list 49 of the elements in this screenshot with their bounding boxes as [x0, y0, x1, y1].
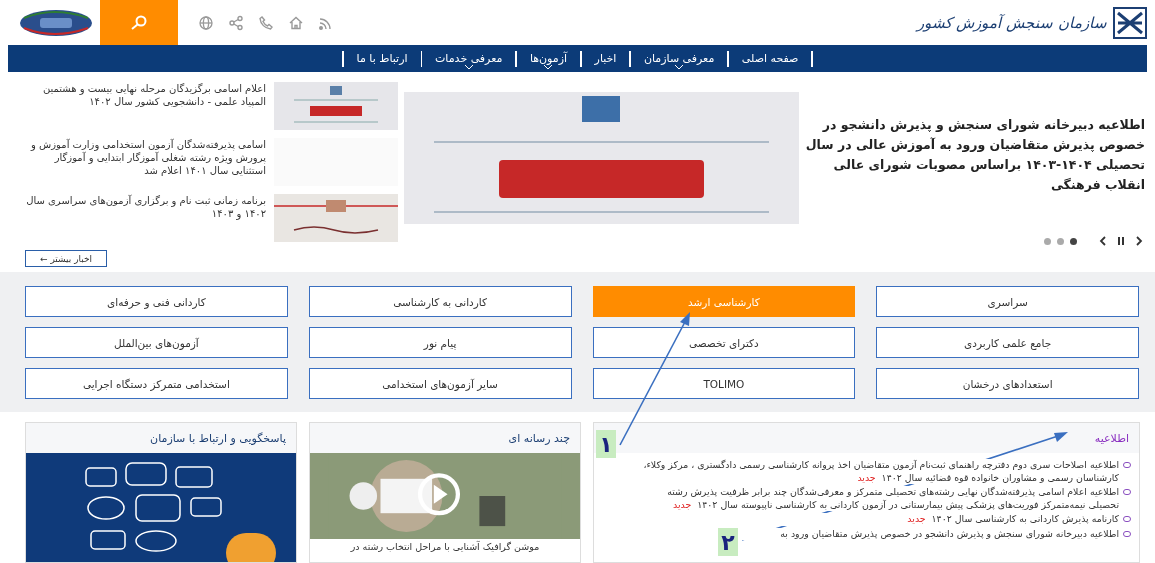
globe-icon[interactable]: [198, 14, 214, 31]
exam-button[interactable]: کاردانی به کارشناسی: [308, 286, 572, 317]
nav-item[interactable]: معرفی خدمات: [422, 45, 516, 72]
nav-item[interactable]: ارتباط با ما: [343, 45, 421, 72]
callout-number: ۱: [596, 430, 616, 458]
nav-item[interactable]: آزمون‌ها: [516, 45, 581, 72]
exam-button[interactable]: سراسری: [876, 286, 1139, 317]
banner-thumbnail[interactable]: [274, 194, 398, 242]
slide-dot[interactable]: [1070, 237, 1077, 245]
exam-button[interactable]: استعدادهای درخشان: [876, 368, 1139, 399]
bullet-icon: [1123, 462, 1131, 468]
news-title[interactable]: اسامی پذیرفته‌شدگان آزمون استخدامی وزارت آموزش و پرورش ویژه رشته شغلی آموزگار ابتدایی و آموزگار استثنایی سال ۱۴۰۱ اعلام شد: [20, 138, 266, 177]
nav-item[interactable]: اخبار: [581, 45, 630, 72]
video-thumbnail[interactable]: [310, 453, 580, 539]
logo-text: سازمان سنجش آموزش کشور: [916, 13, 1107, 32]
pause-icon[interactable]: [1115, 235, 1127, 247]
exam-button[interactable]: کاردانی فنی و حرفه‌ای: [25, 286, 288, 317]
home-icon[interactable]: [288, 14, 304, 31]
next-icon[interactable]: [1133, 235, 1145, 247]
nav-item[interactable]: صفحه اصلی: [728, 45, 812, 72]
exam-button[interactable]: آزمون‌های بین‌الملل: [25, 327, 288, 358]
bullet-icon: [1123, 489, 1131, 495]
card-title: چند رسانه ای: [508, 431, 570, 445]
emblem-icon: [18, 7, 94, 38]
logo-icon[interactable]: [1113, 6, 1147, 39]
phone-icon[interactable]: [258, 14, 274, 31]
news-title[interactable]: اعلام اسامی برگزیدگان مرحله نهایی بیست و هشتمین المپیاد علمی - دانشجویی کشور سال ۱۴۰۲: [20, 82, 266, 108]
notice-thumbnail[interactable]: [274, 82, 398, 130]
previous-icon[interactable]: [1097, 235, 1109, 247]
card-title: پاسخگویی و ارتباط با سازمان: [150, 431, 286, 445]
search-icon: [130, 14, 148, 31]
video-caption[interactable]: موشن گرافیک آشنایی با مراحل انتخاب رشته در: [310, 539, 580, 553]
more-news-button[interactable]: اخبار بیشتر ←: [25, 250, 108, 267]
exam-button[interactable]: سایر آزمون‌های استخدامی: [308, 368, 572, 399]
exam-button[interactable]: استخدامی متمرکز دستگاه اجرایی: [25, 368, 288, 399]
exam-button[interactable]: پیام نور: [308, 327, 572, 358]
slide-dot[interactable]: [1044, 237, 1051, 245]
exam-button[interactable]: دکترای تخصصی: [592, 327, 856, 358]
bullet-icon: [1123, 516, 1131, 522]
card-title: اطلاعیه: [1094, 431, 1129, 445]
news-title[interactable]: برنامه زمانی ثبت نام و برگزاری آزمون‌های سراسری سال ۱۴۰۲ و ۱۴۰۳: [20, 194, 266, 220]
slide-headline[interactable]: اطلاعیه دبیرخانه شورای سنجش و پذیرش دانشجو در خصوص پذیرش متقاضیان ورود به آموزش عالی در سال تحصیلی ۱۴۰۴-۱۴۰۳ براساس مصوبات شورای عالی انقلاب فرهنگی: [805, 115, 1145, 195]
exam-button[interactable]: TOLIMO: [592, 368, 856, 399]
exam-button[interactable]: جامع علمی کاربردی: [876, 327, 1139, 358]
nav-item[interactable]: معرفی سازمان: [630, 45, 728, 72]
callout-number: ۲: [718, 528, 738, 556]
slide-dot[interactable]: [1057, 237, 1064, 245]
bullet-icon: [1123, 530, 1131, 537]
share-icon[interactable]: [228, 14, 244, 31]
